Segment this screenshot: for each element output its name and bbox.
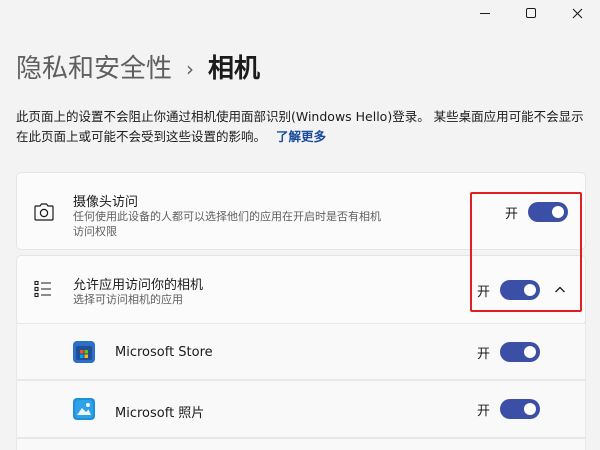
minimize-icon	[480, 12, 490, 14]
close-icon	[572, 8, 582, 18]
breadcrumb: 隐私和安全性 › 相机	[16, 52, 260, 86]
breadcrumb-separator: ›	[186, 57, 195, 81]
maximize-icon	[526, 8, 536, 18]
app-name: Microsoft 照片	[115, 406, 205, 421]
close-button[interactable]	[554, 0, 600, 26]
camera-access-title: 摄像头访问	[73, 195, 139, 210]
app-row-partial	[16, 438, 586, 450]
microsoft-photos-toggle[interactable]	[500, 399, 541, 419]
window-controls	[462, 0, 600, 26]
camera-icon	[34, 203, 54, 221]
toggle-knob	[524, 403, 537, 415]
page-description: 此页面上的设置不会阻止你通过相机使用面部识别(Windows Hello)登录。…	[16, 107, 588, 147]
app-toggle-label: 开	[477, 346, 491, 362]
camera-access-subtitle: 任何使用此设备的人都可以选择他们的应用在开启时是否有相机 访问权限	[73, 209, 381, 239]
app-access-title: 允许应用访问你的相机	[73, 278, 204, 293]
page-title: 相机	[208, 54, 261, 84]
minimize-button[interactable]	[462, 0, 508, 26]
app-access-subtitle: 选择可访问相机的应用	[73, 293, 183, 306]
app-name: Microsoft Store	[115, 345, 213, 360]
toggle-knob	[524, 346, 537, 358]
learn-more-link[interactable]: 了解更多	[276, 129, 326, 144]
list-icon	[34, 280, 51, 298]
maximize-button[interactable]	[508, 0, 554, 26]
app-toggle-group: 开	[477, 399, 541, 419]
store-glyph-icon	[76, 346, 92, 360]
store-icon	[73, 341, 95, 363]
photos-glyph-icon	[75, 400, 93, 418]
app-row-microsoft-store: Microsoft Store 开	[16, 323, 586, 380]
app-row-microsoft-photos: Microsoft 照片 开	[16, 380, 586, 438]
breadcrumb-parent[interactable]: 隐私和安全性	[16, 52, 172, 86]
camera-access-subtitle-line1: 任何使用此设备的人都可以选择他们的应用在开启时是否有相机	[73, 210, 381, 223]
highlight-box	[470, 192, 582, 312]
camera-access-subtitle-line2: 访问权限	[73, 225, 117, 238]
microsoft-store-toggle[interactable]	[500, 342, 541, 362]
app-toggle-label: 开	[477, 403, 491, 419]
photos-icon	[73, 398, 95, 420]
app-toggle-group: 开	[477, 342, 541, 362]
